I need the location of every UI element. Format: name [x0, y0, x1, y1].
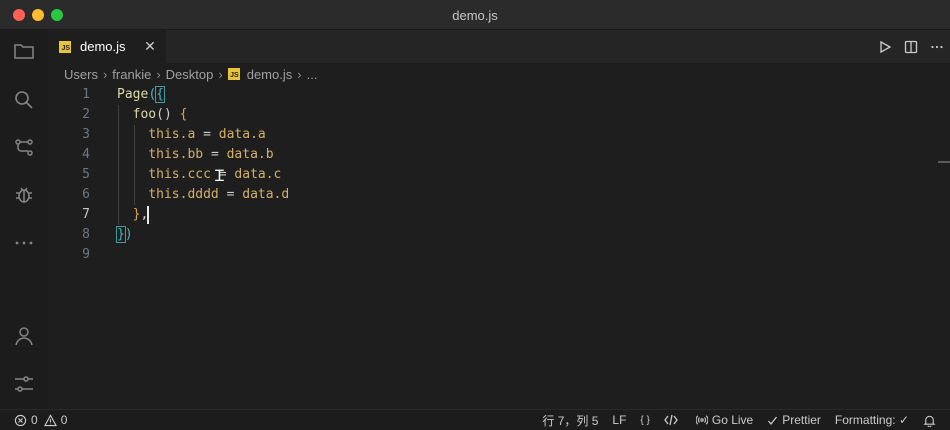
check-icon: [768, 416, 778, 425]
line-number: 5: [82, 167, 90, 182]
language-mode-braces-icon[interactable]: { }: [640, 415, 649, 426]
breadcrumb-item[interactable]: ...: [307, 67, 318, 82]
line-number: 2: [82, 107, 90, 122]
warning-icon: [43, 413, 57, 426]
code-line: 8 }): [48, 225, 938, 245]
notifications-bell-icon[interactable]: [923, 414, 940, 427]
line-text: foo() {: [132, 107, 188, 122]
line-text: this.dddd = data.d: [148, 187, 290, 202]
status-bar: 0 0 行 7，列 5 LF { } Go Live Prettier Form…: [0, 409, 950, 430]
formatting-status[interactable]: Formatting: ✓: [835, 413, 909, 427]
error-icon: [14, 414, 27, 426]
line-text: }): [116, 226, 133, 243]
code-line: 3 this.a = data.a: [48, 125, 938, 145]
breadcrumb-item[interactable]: frankie: [112, 67, 151, 82]
breadcrumb-item[interactable]: Users: [64, 67, 98, 82]
source-control-icon[interactable]: [11, 135, 37, 161]
code-icon[interactable]: [664, 414, 682, 426]
problems-indicator[interactable]: 0 0: [14, 410, 67, 430]
scrollbar-indicator[interactable]: [938, 161, 950, 163]
chevron-right-icon: ›: [297, 66, 302, 82]
prettier-button[interactable]: Prettier: [767, 413, 821, 427]
warning-count: 0: [60, 413, 68, 427]
explorer-icon[interactable]: [11, 38, 37, 64]
line-number: 7: [82, 207, 90, 222]
end-of-line[interactable]: LF: [612, 413, 626, 427]
line-number: 4: [82, 147, 90, 162]
js-file-icon: JS: [59, 40, 71, 53]
search-icon[interactable]: [11, 87, 37, 113]
go-live-label: Go Live: [711, 413, 754, 427]
cursor-position[interactable]: 行 7，列 5: [542, 412, 598, 429]
chevron-right-icon: ›: [102, 66, 108, 82]
editor-area: JS demo.js ✕ Users › frankie › Desktop ›…: [48, 30, 950, 409]
line-text: this.bb = data.b: [148, 147, 274, 162]
activity-bar: [0, 30, 48, 409]
prettier-label: Prettier: [782, 413, 821, 427]
more-actions-icon[interactable]: [924, 34, 950, 60]
code-line: 2 foo() {: [48, 105, 938, 125]
line-number: 9: [82, 247, 90, 262]
account-icon[interactable]: [11, 323, 37, 349]
breadcrumb: Users › frankie › Desktop › JS demo.js ›…: [64, 65, 317, 83]
run-icon[interactable]: [872, 34, 898, 60]
tab-bar: JS demo.js ✕: [48, 30, 950, 63]
line-text: Page({: [117, 86, 165, 103]
chevron-right-icon: ›: [156, 66, 161, 82]
title-bar: demo.js: [0, 0, 950, 30]
breadcrumb-item[interactable]: demo.js: [247, 67, 293, 82]
js-file-icon: JS: [227, 68, 240, 80]
split-editor-icon[interactable]: [898, 34, 924, 60]
code-line: 9: [48, 245, 938, 265]
status-bar-right: 行 7，列 5 LF { } Go Live Prettier Formatti…: [528, 410, 940, 430]
window-title: demo.js: [452, 8, 498, 23]
chevron-right-icon: ›: [218, 66, 223, 82]
broadcast-icon: [695, 415, 708, 425]
line-text: this.a = data.a: [148, 127, 266, 142]
error-count: 0: [31, 413, 38, 427]
line-text: this.ccc = data.c: [148, 167, 282, 182]
text-cursor: [147, 206, 149, 224]
code-line: 1 Page({: [48, 85, 938, 105]
line-number: 3: [82, 127, 90, 142]
code-line: 6 this.dddd = data.d: [48, 185, 938, 205]
ibeam-cursor-icon: Ɪ: [215, 166, 224, 185]
settings-sliders-icon[interactable]: [11, 371, 37, 397]
debug-icon[interactable]: [11, 182, 37, 208]
close-tab-icon[interactable]: ✕: [142, 38, 158, 55]
line-number: 8: [82, 227, 90, 242]
line-text: },: [132, 207, 149, 222]
editor-actions: [872, 30, 950, 63]
line-number: 1: [82, 87, 90, 102]
go-live-button[interactable]: Go Live: [695, 413, 754, 427]
tab-demo-js[interactable]: JS demo.js ✕: [48, 30, 166, 63]
line-number: 6: [82, 187, 90, 202]
code-editor[interactable]: 1 Page({ 2 foo() { 3 this.a = data.a 4 t…: [48, 85, 938, 405]
tab-label: demo.js: [80, 39, 126, 54]
code-line: 5 this.ccc = data.c: [48, 165, 938, 185]
code-line-active: 7 },: [48, 205, 938, 225]
more-icon[interactable]: [11, 230, 37, 256]
breadcrumb-item[interactable]: Desktop: [166, 67, 214, 82]
code-line: 4 this.bb = data.b: [48, 145, 938, 165]
